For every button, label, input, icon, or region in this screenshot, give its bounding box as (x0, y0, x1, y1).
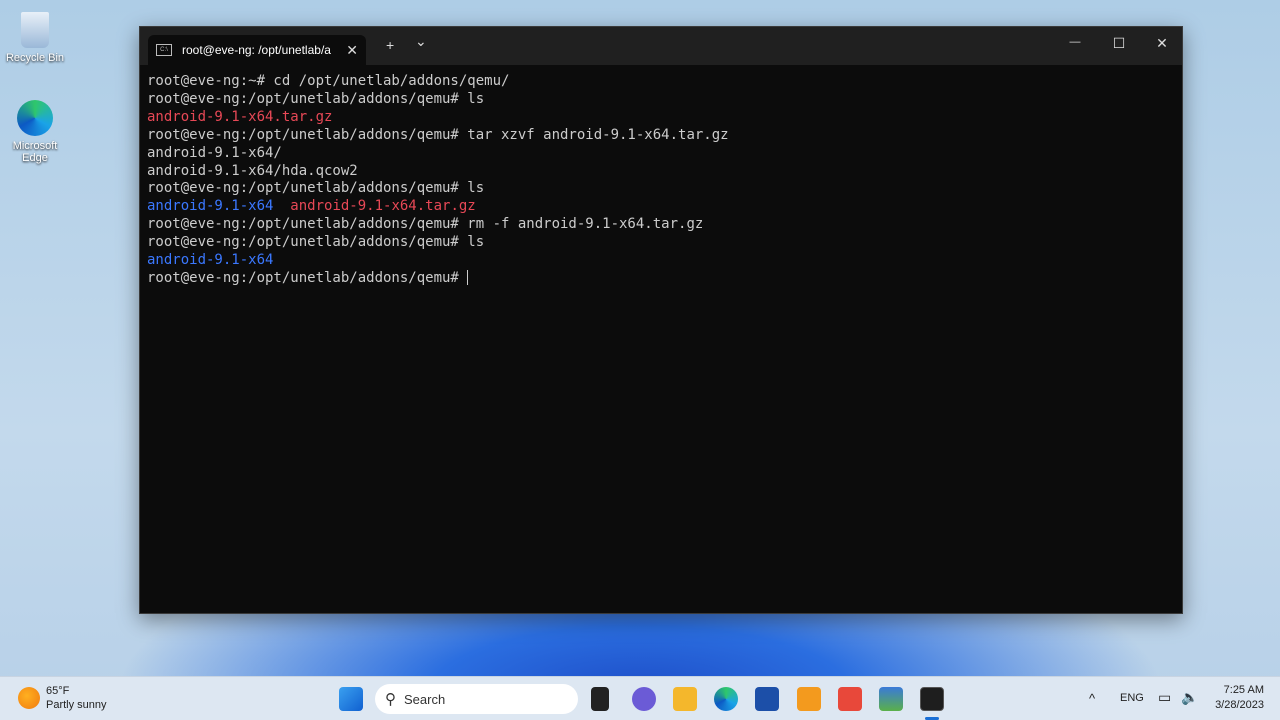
tab-title: root@eve-ng: /opt/unetlab/a (182, 43, 331, 57)
weather-desc: Partly sunny (46, 699, 107, 711)
search-placeholder: Search (404, 691, 446, 707)
terminal-text: root@eve-ng:/opt/unetlab/addons/qemu# ls (147, 234, 485, 251)
date: 3/28/2023 (1215, 699, 1264, 711)
terminal-text: root@eve-ng:/opt/unetlab/addons/qemu# ta… (147, 126, 729, 143)
desktop-icon-label: Microsoft Edge (12, 140, 58, 164)
terminal-icon: C:\ (156, 44, 172, 56)
terminal-taskbar-icon[interactable] (920, 687, 944, 711)
close-tab-icon[interactable]: ✕ (346, 42, 358, 59)
app-icon-orange[interactable] (797, 687, 821, 711)
archive-file-name: android-9.1-x64.tar.gz (147, 108, 333, 125)
desktop-icon-recycle-bin[interactable]: Recycle Bin (4, 12, 66, 64)
terminal-line: root@eve-ng:/opt/unetlab/addons/qemu# ls (147, 91, 1175, 109)
task-view-icon[interactable] (591, 687, 609, 711)
app-icon-red[interactable] (838, 687, 862, 711)
directory-name: android-9.1-x64 (147, 198, 274, 215)
teams-chat-icon[interactable] (632, 687, 656, 711)
terminal-text: root@eve-ng:~# cd /opt/unetlab/addons/qe… (147, 73, 510, 89)
weather-icon (18, 687, 40, 709)
taskbar: 65°F Partly sunny ⚲ Search ^ ENG ▭ 🔈 7:2… (0, 676, 1280, 720)
tab-dropdown-button[interactable]: ⌄ (415, 33, 427, 50)
terminal-line: root@eve-ng:/opt/unetlab/addons/qemu# ta… (147, 127, 1175, 145)
clock[interactable]: 7:25 AM 3/28/2023 (1206, 684, 1264, 711)
terminal-line: root@eve-ng:/opt/unetlab/addons/qemu# ls (147, 180, 1175, 198)
network-app-icon[interactable] (879, 687, 903, 711)
terminal-line: android-9.1-x64 android-9.1-x64.tar.gz (147, 198, 1175, 216)
text-cursor (467, 269, 469, 285)
terminal-window: C:\ root@eve-ng: /opt/unetlab/a ✕ + ⌄ — … (139, 26, 1183, 614)
tray-chevron[interactable]: ^ (1089, 691, 1095, 706)
language-indicator[interactable]: ENG (1120, 692, 1144, 704)
edge-taskbar-icon[interactable] (714, 687, 738, 711)
terminal-text: root@eve-ng:/opt/unetlab/addons/qemu# (147, 269, 468, 286)
store-icon[interactable] (755, 687, 779, 711)
terminal-text: root@eve-ng:/opt/unetlab/addons/qemu# ls (147, 180, 485, 197)
search-icon: ⚲ (385, 691, 396, 708)
terminal-line: android-9.1-x64 (147, 252, 1175, 270)
edge-icon (17, 100, 53, 136)
new-tab-button[interactable]: + (386, 37, 394, 53)
recycle-bin-icon (21, 12, 49, 48)
weather-temp: 65°F (46, 685, 70, 697)
weather-widget[interactable]: 65°F Partly sunny (46, 685, 107, 711)
terminal-line: android-9.1-x64/ (147, 145, 1175, 163)
terminal-output[interactable]: root@eve-ng:~# cd /opt/unetlab/addons/qe… (140, 65, 1182, 296)
terminal-line: root@eve-ng:~# cd /opt/unetlab/addons/qe… (147, 73, 1175, 91)
minimize-button[interactable]: — (1055, 36, 1095, 48)
title-bar[interactable]: C:\ root@eve-ng: /opt/unetlab/a ✕ + ⌄ — … (140, 27, 1182, 65)
terminal-text: android-9.1-x64/hda.qcow2 (147, 162, 358, 179)
file-explorer-icon[interactable] (673, 687, 697, 711)
search-box[interactable]: ⚲ Search (375, 684, 578, 714)
volume-icon[interactable]: 🔈 (1181, 689, 1198, 706)
terminal-text: android-9.1-x64/ (147, 144, 282, 161)
directory-name: android-9.1-x64 (147, 252, 274, 269)
terminal-line: android-9.1-x64/hda.qcow2 (147, 163, 1175, 181)
terminal-line: android-9.1-x64.tar.gz (147, 109, 1175, 127)
maximize-button[interactable]: ☐ (1099, 35, 1139, 52)
desktop-icon-label: Recycle Bin (5, 52, 65, 64)
tab-terminal[interactable]: C:\ root@eve-ng: /opt/unetlab/a ✕ (148, 35, 366, 65)
terminal-line: root@eve-ng:/opt/unetlab/addons/qemu# (147, 269, 1175, 288)
terminal-text: root@eve-ng:/opt/unetlab/addons/qemu# rm… (147, 216, 704, 233)
close-button[interactable]: ✕ (1142, 35, 1182, 52)
terminal-text: root@eve-ng:/opt/unetlab/addons/qemu# ls (147, 90, 485, 107)
desktop-icon-edge[interactable]: Microsoft Edge (4, 100, 66, 164)
start-icon[interactable] (339, 687, 363, 711)
terminal-line: root@eve-ng:/opt/unetlab/addons/qemu# ls (147, 234, 1175, 252)
network-icon[interactable]: ▭ (1158, 689, 1171, 706)
terminal-line: root@eve-ng:/opt/unetlab/addons/qemu# rm… (147, 216, 1175, 234)
archive-file-name: android-9.1-x64.tar.gz (290, 198, 476, 215)
time: 7:25 AM (1223, 684, 1264, 696)
